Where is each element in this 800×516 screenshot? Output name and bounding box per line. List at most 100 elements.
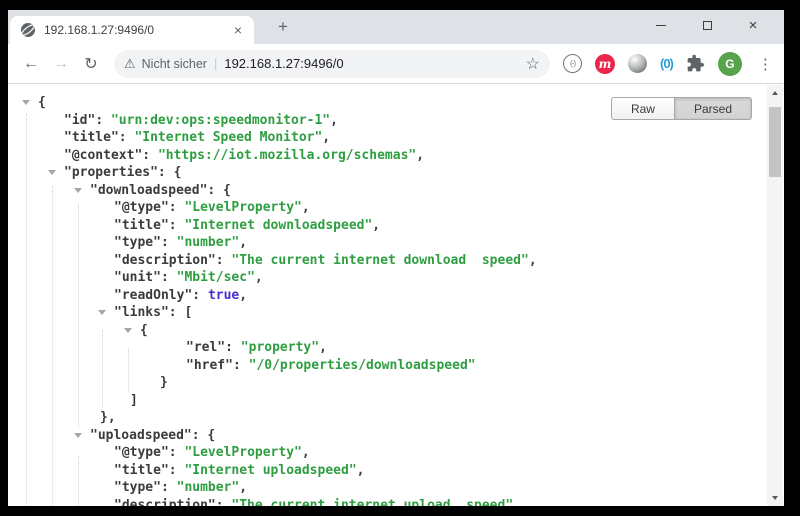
json-string: "LevelProperty" — [184, 445, 301, 460]
json-string: "Internet downloadspeed" — [184, 218, 372, 233]
json-punct: : — [161, 480, 177, 495]
json-key: "id" — [64, 113, 95, 128]
json-line: "title": "Internet uploadspeed", — [8, 462, 784, 480]
json-punct: : { — [192, 428, 215, 443]
back-icon[interactable]: ← — [16, 55, 46, 73]
window-controls: × — [638, 10, 776, 40]
tab-strip: 192.168.1.27:9496/0 × + × — [8, 10, 784, 44]
scroll-up-button[interactable] — [767, 85, 783, 101]
json-line: "type": "number", — [8, 234, 784, 252]
new-tab-button[interactable]: + — [270, 14, 296, 40]
scroll-down-button[interactable] — [767, 490, 783, 506]
json-punct: , — [302, 445, 310, 460]
collapse-toggle-icon[interactable] — [98, 310, 106, 315]
json-key: "unit" — [114, 270, 161, 285]
collapse-toggle-icon[interactable] — [74, 188, 82, 193]
json-punct: : — [161, 270, 177, 285]
json-line: "href": "/0/properties/downloadspeed" — [8, 357, 784, 375]
collapse-toggle-icon[interactable] — [74, 433, 82, 438]
bookmark-star-icon[interactable]: ☆ — [526, 54, 540, 74]
close-button[interactable]: × — [730, 10, 776, 40]
json-line: ] — [8, 392, 784, 410]
puzzle-icon[interactable] — [686, 54, 705, 73]
json-punct: ] — [130, 393, 138, 408]
arrow-down-icon — [772, 496, 778, 500]
extension-m-icon[interactable]: m — [595, 54, 615, 74]
json-punct: : — [95, 113, 111, 128]
json-punct: , — [239, 235, 247, 250]
json-key: "rel" — [186, 340, 225, 355]
scrollbar-thumb[interactable] — [769, 107, 781, 177]
chrome-menu-icon[interactable]: ⋮ — [758, 55, 773, 73]
collapse-toggle-icon[interactable] — [124, 328, 132, 333]
json-key: "type" — [114, 480, 161, 495]
json-line: "links": [ — [8, 304, 784, 322]
tab-title: 192.168.1.27:9496/0 — [44, 23, 232, 37]
json-punct: , — [239, 480, 247, 495]
json-line: "type": "number", — [8, 479, 784, 497]
json-punct: : — [169, 218, 185, 233]
extension-paren-icon[interactable]: (-) — [563, 54, 582, 73]
browser-window: 192.168.1.27:9496/0 × + × ← → ↻ ⚠ Nicht … — [8, 10, 784, 506]
json-punct: , — [416, 148, 424, 163]
url-text[interactable]: 192.168.1.27:9496/0 — [224, 56, 519, 71]
json-string: "LevelProperty" — [184, 200, 301, 215]
profile-avatar[interactable]: G — [718, 52, 742, 76]
json-punct: , — [513, 498, 521, 507]
parsed-button[interactable]: Parsed — [675, 97, 752, 120]
minimize-icon — [656, 25, 666, 26]
json-punct: : { — [207, 183, 230, 198]
json-string: "property" — [241, 340, 319, 355]
json-key: "@type" — [114, 445, 169, 460]
json-punct: }, — [100, 410, 116, 425]
json-line: "readOnly": true, — [8, 287, 784, 305]
json-key: "uploadspeed" — [90, 428, 192, 443]
reload-icon[interactable]: ↻ — [76, 54, 106, 74]
json-string: "/0/properties/downloadspeed" — [249, 358, 476, 373]
json-line: "unit": "Mbit/sec", — [8, 269, 784, 287]
json-punct: : — [169, 445, 185, 460]
json-key: "@type" — [114, 200, 169, 215]
json-key: "description" — [114, 498, 216, 507]
collapse-toggle-icon[interactable] — [48, 170, 56, 175]
json-key: "description" — [114, 253, 216, 268]
json-line: "properties": { — [8, 164, 784, 182]
collapse-toggle-icon[interactable] — [22, 100, 30, 105]
vertical-scrollbar[interactable] — [767, 85, 783, 506]
browser-tab[interactable]: 192.168.1.27:9496/0 × — [10, 16, 254, 44]
omnibox-separator: | — [214, 56, 217, 71]
json-line: "rel": "property", — [8, 339, 784, 357]
json-punct: , — [239, 288, 247, 303]
maximize-button[interactable] — [684, 10, 730, 40]
json-punct: : — [216, 253, 232, 268]
json-punct: : — [169, 200, 185, 215]
extensions-row: (-) m (0) G ⋮ — [563, 52, 773, 76]
security-status-label[interactable]: Nicht sicher — [142, 57, 207, 71]
extension-blue-icon[interactable]: (0) — [660, 56, 673, 71]
screenshot-root: 192.168.1.27:9496/0 × + × ← → ↻ ⚠ Nicht … — [0, 0, 800, 516]
json-key: "title" — [64, 130, 119, 145]
json-line: "@type": "LevelProperty", — [8, 199, 784, 217]
json-string: "number" — [177, 480, 240, 495]
json-punct: : — [233, 358, 249, 373]
json-string: "The current internet upload speed" — [231, 498, 513, 507]
json-string: "The current internet download speed" — [231, 253, 528, 268]
json-punct: : — [216, 498, 232, 507]
json-key: "href" — [186, 358, 233, 373]
json-punct: , — [372, 218, 380, 233]
json-punct: , — [255, 270, 263, 285]
raw-button[interactable]: Raw — [611, 97, 675, 120]
json-punct: , — [529, 253, 537, 268]
json-punct: } — [160, 375, 168, 390]
forward-icon[interactable]: → — [46, 55, 76, 73]
json-key: "title" — [114, 463, 169, 478]
address-bar[interactable]: ⚠ Nicht sicher | 192.168.1.27:9496/0 ☆ — [114, 50, 550, 78]
json-line: "downloadspeed": { — [8, 182, 784, 200]
minimize-button[interactable] — [638, 10, 684, 40]
json-line: } — [8, 374, 784, 392]
tab-close-icon[interactable]: × — [232, 22, 244, 38]
json-line: "title": "Internet downloadspeed", — [8, 217, 784, 235]
json-punct: { — [140, 323, 148, 338]
json-string: "Internet uploadspeed" — [184, 463, 356, 478]
extension-sphere-icon[interactable] — [628, 54, 647, 73]
